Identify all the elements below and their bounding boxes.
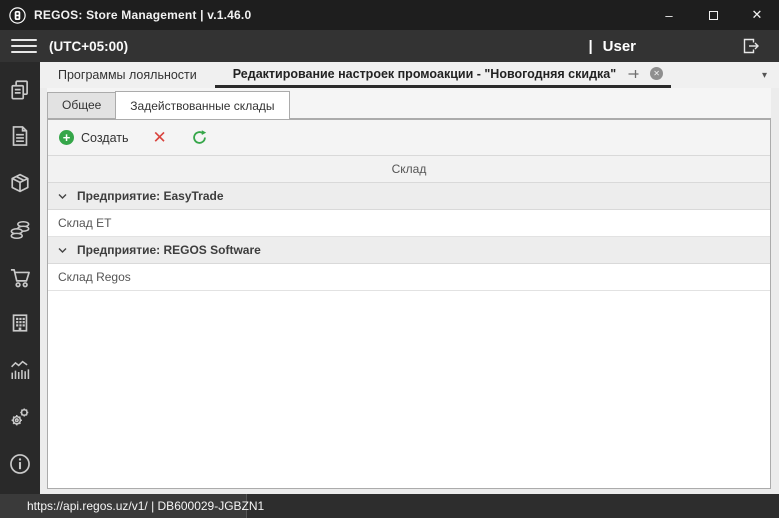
user-zone: | User bbox=[588, 35, 779, 57]
api-endpoint-label: https://api.regos.uz/v1/ | DB600029-JGBZ… bbox=[27, 499, 265, 513]
chevron-down-icon bbox=[58, 193, 67, 199]
sidebar-item-package-icon[interactable] bbox=[7, 171, 33, 195]
sidebar-item-cart-icon[interactable] bbox=[7, 265, 33, 289]
sidebar-item-document-icon[interactable] bbox=[7, 124, 33, 148]
chevron-down-icon bbox=[58, 247, 67, 253]
window-controls: – ✕ bbox=[647, 0, 779, 30]
sidebar-item-info-icon[interactable] bbox=[7, 452, 33, 476]
sidebar-item-pages-icon[interactable] bbox=[7, 77, 33, 101]
main-area: Общее Задействованные склады + Создать ✕ bbox=[40, 88, 779, 494]
minimize-button[interactable]: – bbox=[647, 0, 691, 30]
sidebar-nav bbox=[0, 62, 40, 494]
delete-button[interactable]: ✕ bbox=[153, 129, 167, 146]
table-row-warehouse-et[interactable]: Склад ET bbox=[48, 210, 770, 237]
user-name[interactable]: User bbox=[603, 38, 636, 55]
timezone-label: (UTC+05:00) bbox=[49, 38, 129, 54]
tab-promo-edit[interactable]: Редактирование настроек промоакции - "Но… bbox=[214, 62, 672, 88]
status-bar: https://api.regos.uz/v1/ | DB600029-JGBZ… bbox=[0, 494, 779, 518]
plus-icon: + bbox=[59, 130, 74, 145]
close-button[interactable]: ✕ bbox=[735, 0, 779, 30]
document-tab-bar: Программы лояльности Редактирование наст… bbox=[40, 62, 779, 88]
sidebar-item-stats-icon[interactable] bbox=[7, 358, 33, 382]
tab-loyalty-programs[interactable]: Программы лояльности bbox=[40, 62, 215, 88]
tab-list-dropdown-icon[interactable]: ▾ bbox=[762, 70, 767, 81]
sidebar-item-building-icon[interactable] bbox=[7, 311, 33, 335]
user-separator: | bbox=[588, 37, 593, 55]
group-row-regos-software[interactable]: Предприятие: REGOS Software bbox=[48, 237, 770, 264]
app-header: (UTC+05:00) | User bbox=[0, 30, 779, 62]
logout-icon[interactable] bbox=[731, 35, 771, 57]
warehouses-panel: + Создать ✕ Склад Предприятие: EasyTrade… bbox=[47, 119, 771, 489]
create-button-label: Создать bbox=[81, 130, 129, 145]
group-row-easytrade[interactable]: Предприятие: EasyTrade bbox=[48, 183, 770, 210]
maximize-button[interactable] bbox=[691, 0, 735, 30]
status-endpoint-panel: https://api.regos.uz/v1/ | DB600029-JGBZ… bbox=[0, 494, 264, 518]
sidebar-item-coins-icon[interactable] bbox=[7, 218, 33, 242]
regos-logo-icon bbox=[9, 6, 26, 24]
titlebar: REGOS: Store Management | v.1.46.0 – ✕ bbox=[0, 0, 779, 30]
tab-general[interactable]: Общее bbox=[47, 92, 117, 119]
maximize-icon bbox=[708, 10, 718, 20]
tab-close-icon[interactable]: ✕ bbox=[650, 67, 664, 80]
group-label: Предприятие: REGOS Software bbox=[77, 243, 261, 257]
pin-icon[interactable] bbox=[626, 67, 640, 81]
table-row-warehouse-regos[interactable]: Склад Regos bbox=[48, 264, 770, 291]
tab-label: Редактирование настроек промоакции - "Но… bbox=[232, 66, 617, 81]
sub-tab-bar: Общее Задействованные склады bbox=[47, 88, 771, 119]
tab-label: Программы лояльности bbox=[58, 68, 197, 82]
create-button[interactable]: + Создать bbox=[59, 130, 129, 145]
grid-toolbar: + Создать ✕ bbox=[48, 120, 770, 156]
window-title: REGOS: Store Management | v.1.46.0 bbox=[34, 8, 252, 22]
app-window: REGOS: Store Management | v.1.46.0 – ✕ (… bbox=[0, 0, 779, 518]
column-header-warehouse[interactable]: Склад bbox=[48, 156, 770, 183]
menu-icon[interactable] bbox=[11, 39, 37, 53]
refresh-button[interactable] bbox=[191, 129, 208, 146]
tab-involved-warehouses[interactable]: Задействованные склады bbox=[115, 91, 290, 119]
sidebar-item-gears-icon[interactable] bbox=[7, 405, 33, 429]
group-label: Предприятие: EasyTrade bbox=[77, 189, 224, 203]
